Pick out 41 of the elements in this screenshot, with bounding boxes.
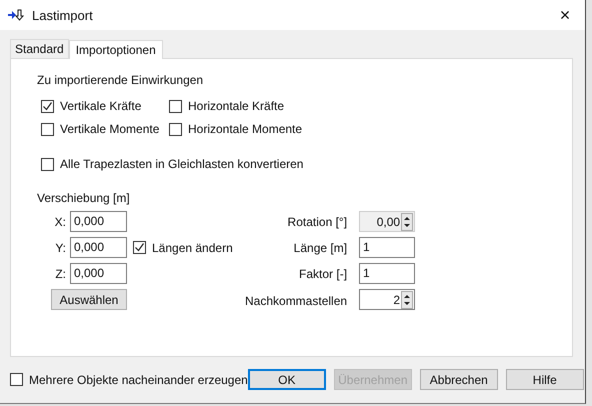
arrow-icon [8, 9, 24, 21]
checkbox[interactable] [169, 122, 182, 136]
coordinate-label: X: [54, 214, 66, 228]
checkbox[interactable] [41, 122, 54, 136]
field-label: Nachkommastellen [245, 294, 348, 308]
window-title: Lastimport [32, 8, 93, 22]
input-field[interactable]: 0,000 [70, 211, 127, 232]
spinner-value: 2 [393, 292, 400, 308]
tab[interactable]: Importoptionen [68, 40, 163, 59]
checkbox-label: Vertikale Momente [60, 122, 160, 136]
input-field[interactable]: 0,000 [70, 237, 127, 258]
spinner-value: 0,00 [376, 214, 400, 230]
checkbox-label: Horizontale Kräfte [188, 99, 284, 113]
coordinate-label: Y: [54, 240, 66, 254]
checkbox[interactable] [41, 158, 54, 170]
coordinate-label: Z: [54, 266, 66, 280]
field-label: Rotation [°] [286, 214, 348, 228]
field-label: Länge [m] [292, 240, 348, 254]
dialog-button[interactable]: Abbrechen [420, 369, 498, 390]
checkbox-label: Horizontale Momente [188, 122, 302, 136]
input-field[interactable]: 0,000 [70, 263, 127, 284]
checkbox[interactable] [41, 100, 54, 112]
checkbox[interactable] [169, 100, 182, 112]
checkbox-label: Alle Trapezlasten in Gleichlasten konvertieren [60, 157, 304, 171]
input-field[interactable]: 1 [359, 263, 416, 284]
up-down-arrows-icon[interactable] [401, 290, 414, 308]
checkbox[interactable] [10, 373, 23, 386]
select-button[interactable]: Auswählen [51, 289, 127, 310]
dialog-button[interactable]: OK [248, 369, 326, 390]
field-label: Faktor [-] [298, 266, 348, 280]
spinner-field[interactable]: 2 [359, 289, 416, 310]
close-button[interactable]: × [545, 4, 585, 26]
tab[interactable]: Standard [10, 39, 69, 58]
dialog-button[interactable]: Hilfe [506, 369, 584, 390]
checkbox-label: Längen ändern [152, 240, 233, 254]
input-field[interactable]: 1 [359, 237, 416, 258]
checkbox-label: Mehrere Objekte nacheinander erzeugen [29, 372, 248, 386]
checkbox[interactable] [133, 241, 146, 254]
checkbox-label: Vertikale Kräfte [60, 99, 142, 113]
section-heading: Zu importierende Einwirkungen [37, 73, 204, 87]
section-heading: Verschiebung [m] [37, 191, 131, 205]
